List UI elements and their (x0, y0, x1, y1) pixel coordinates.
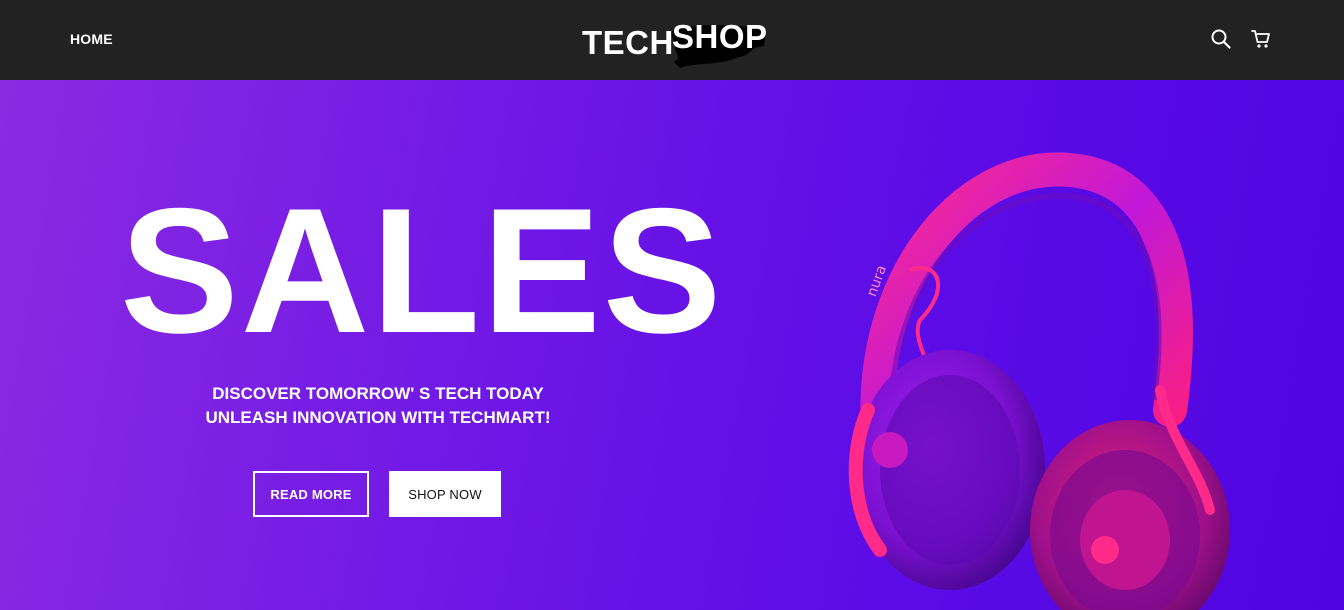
logo-text-shop: SHOP (672, 18, 768, 55)
headphones-image: nura (848, 152, 1230, 610)
cart-icon[interactable] (1250, 28, 1272, 50)
hero-banner: SALES DISCOVER TOMORROW' S TECH TODAY UN… (0, 80, 1344, 610)
hero-subtitle-line1: DISCOVER TOMORROW' S TECH TODAY (212, 384, 544, 403)
shop-now-button[interactable]: SHOP NOW (389, 471, 501, 517)
search-icon[interactable] (1210, 28, 1232, 50)
hero-title: SALES (120, 171, 724, 370)
hero-subtitle-line2: UNLEASH INNOVATION WITH TECHMART! (205, 408, 551, 427)
hero-subtitle: DISCOVER TOMORROW' S TECH TODAY UNLEASH … (178, 382, 578, 430)
navbar: HOME TECH SHOP (0, 0, 1344, 80)
site-logo[interactable]: TECH SHOP (580, 14, 780, 70)
logo-text-tech: TECH (582, 24, 674, 61)
nav-home-link[interactable]: HOME (70, 31, 113, 47)
read-more-button[interactable]: READ MORE (253, 471, 369, 517)
